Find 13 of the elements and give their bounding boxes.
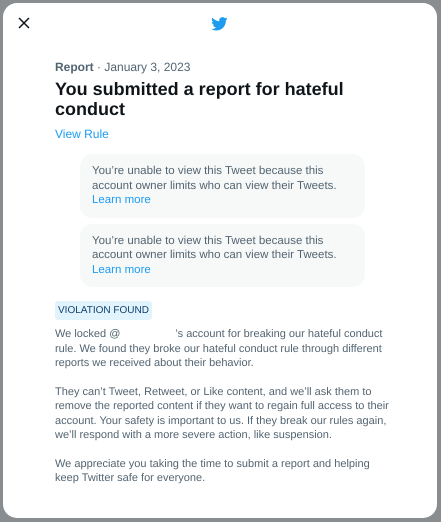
unavailable-tweet-text: You’re unable to view this Tweet because this account owner limits who can view their Tweets. xyxy=(92,234,338,262)
body-paragraph: We appreciate you taking the time to submit a report and helping keep Twitter safe for everyone. xyxy=(55,456,371,486)
violation-badge: VIOLATION FOUND xyxy=(55,301,152,320)
learn-more-link[interactable]: Learn more xyxy=(92,262,151,277)
body-paragraph: They can’t Tweet, Retweet, or Like content, and we’ll ask them to remove the reported content if they want to regain full access to their account. Your safety is important to us. If they break our rules again, we’ll respond with a more severe action, like suspension. xyxy=(55,384,390,442)
report-title: You submitted a report for hateful conduct xyxy=(55,79,345,119)
body-paragraph: We locked @ ’s account for breaking our hateful conduct rule. We found they broke our hateful conduct rule through different reports we received about their behavior. xyxy=(55,327,384,370)
close-icon xyxy=(18,17,30,29)
unavailable-tweet-text: You’re unable to view this Tweet because this account owner limits who can view their Tweets. xyxy=(92,164,338,193)
view-rule-link[interactable]: View Rule xyxy=(55,126,109,142)
report-date: Report · January 3, 2023 xyxy=(55,59,192,75)
bird-logo-icon xyxy=(211,17,228,31)
learn-more-link[interactable]: Learn more xyxy=(92,193,151,208)
